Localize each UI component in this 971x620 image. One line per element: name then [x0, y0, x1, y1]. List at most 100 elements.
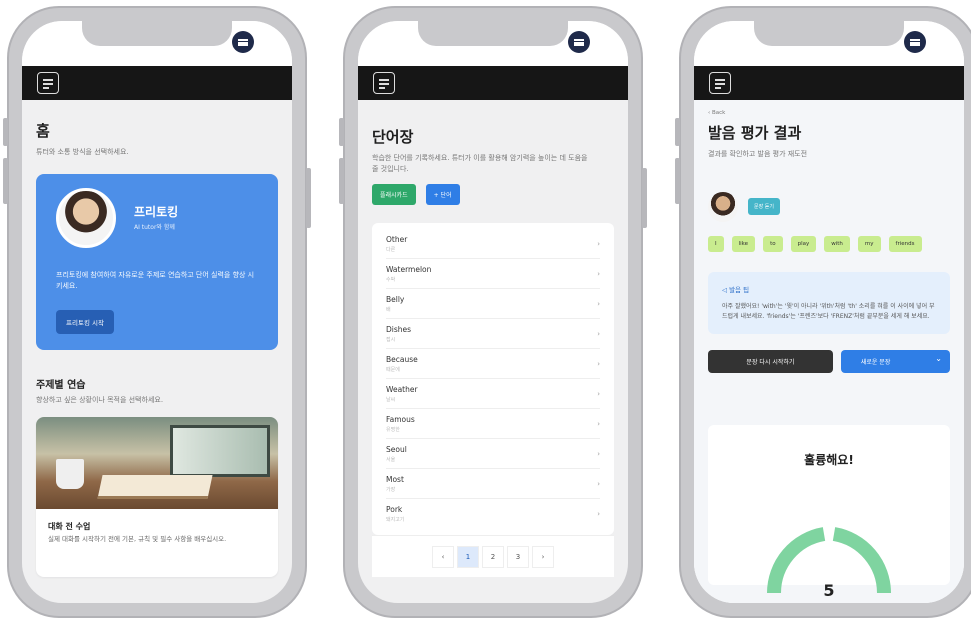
vocab-content: 단어장 학습한 단어를 기록하세요. 튜터가 이를 활용해 암기력을 높이는 데… [358, 100, 628, 603]
word-meaning: 수박 [386, 276, 396, 283]
tip-body: 아주 잘했어요! 'with'는 '윗'이 아니라 '위th'처럼 'th' 소… [722, 302, 935, 320]
hamburger-icon[interactable] [709, 72, 731, 94]
topic-card-title: 대화 전 수업 [48, 522, 91, 531]
list-item[interactable]: Weather 날씨 › [386, 379, 600, 409]
page-next-button[interactable]: › [532, 545, 554, 568]
page-subtitle: 학습한 단어를 기록하세요. 튜터가 이를 활용해 암기력을 높이는 데 도움을… [372, 154, 588, 173]
word-chip[interactable]: friends [888, 235, 922, 252]
topic-card-description: 실제 대화를 시작하기 전에 기본, 규칙 및 필수 사항을 배우십시오. [48, 535, 227, 543]
word-text-group: Belly 배 [386, 295, 404, 313]
tip-title: ◁ 발음 팁 [722, 285, 750, 294]
list-item[interactable]: Other 다른 › [386, 229, 600, 259]
word-chip[interactable]: I [708, 235, 724, 252]
page-subtitle: 결과를 확인하고 발음 평가 재도전 [708, 150, 808, 158]
topic-card[interactable]: 대화 전 수업 실제 대화를 시작하기 전에 기본, 규칙 및 필수 사항을 배… [36, 417, 278, 577]
result-title: 훌륭해요! [804, 452, 854, 467]
page-prev-button[interactable]: ‹ [432, 545, 454, 568]
list-item[interactable]: Pork 돼지고기 › [386, 499, 600, 529]
chevron-right-icon: › [597, 299, 600, 308]
pagination: ‹ 1 2 3 › [372, 535, 614, 577]
word-text: Belly [386, 294, 405, 304]
word-chip[interactable]: with [824, 235, 850, 252]
word-text: Seoul [386, 444, 407, 454]
hamburger-icon[interactable] [37, 72, 59, 94]
hamburger-icon[interactable] [373, 72, 395, 94]
status-area [22, 21, 292, 66]
result-panel: 훌륭해요! 5 [708, 424, 950, 600]
menu-icon[interactable] [904, 31, 926, 53]
word-text-group: Famous 유명한 [386, 415, 415, 433]
word-chip[interactable]: to [763, 235, 783, 252]
topic-card-image [36, 417, 278, 509]
word-meaning: 접시 [386, 336, 396, 343]
tutor-avatar [708, 191, 738, 222]
cup-shape [56, 459, 84, 489]
list-item[interactable]: Belly 배 › [386, 289, 600, 319]
chevron-right-icon: › [597, 479, 600, 488]
hero-description: 프리토킹에 참여하여 자유로운 주제로 연습하고 단어 실력을 향상 시키세요. [56, 270, 255, 291]
app-topbar [694, 66, 964, 100]
phone-frame-home: 홈 튜터와 소통 방식을 선택하세요. 프리토킹 AI tutor와 함께 프리… [3, 6, 311, 618]
word-text: Dishes [386, 324, 412, 334]
section-subtitle: 향상하고 싶은 상황이나 목적을 선택하세요. [36, 395, 164, 404]
listen-sentence-button[interactable]: 문장 듣기 [748, 198, 780, 215]
start-freetalk-button[interactable]: 프리토킹 시작 [56, 309, 114, 334]
score-value: 5 [823, 581, 834, 598]
list-item[interactable]: Watermelon 수박 › [386, 259, 600, 289]
hero-name: 프리토킹 [134, 204, 179, 219]
word-text-group: Watermelon 수박 [386, 265, 431, 283]
window-shape [170, 425, 270, 477]
chevron-right-icon: › [597, 269, 600, 278]
word-text-group: Other 다른 [386, 235, 407, 253]
word-meaning: 가장 [386, 486, 396, 493]
word-text-group: Seoul 서울 [386, 445, 407, 463]
screen-result: ‹ Back 발음 평가 결과 결과를 확인하고 발음 평가 재도전 문장 듣기… [694, 21, 964, 603]
back-link[interactable]: ‹ Back [708, 110, 950, 116]
word-chips: I like to play with my friends [708, 235, 950, 252]
word-chip[interactable]: my [857, 235, 881, 252]
new-sentence-button[interactable]: 새로운 문장 ⌄ [840, 349, 950, 373]
menu-icon[interactable] [232, 31, 254, 53]
word-chip[interactable]: like [731, 235, 756, 252]
phone-frame-vocab: 단어장 학습한 단어를 기록하세요. 튜터가 이를 활용해 암기력을 높이는 데… [339, 6, 647, 618]
word-chip[interactable]: play [790, 235, 817, 252]
list-item[interactable]: Dishes 접시 › [386, 319, 600, 349]
page-button-3[interactable]: 3 [507, 545, 529, 568]
chevron-down-icon[interactable]: ⌄ [935, 354, 942, 363]
chevron-right-icon: › [597, 449, 600, 458]
screen-home: 홈 튜터와 소통 방식을 선택하세요. 프리토킹 AI tutor와 함께 프리… [22, 21, 292, 603]
freetalk-card[interactable]: 프리토킹 AI tutor와 함께 프리토킹에 참여하여 자유로운 주제로 연습… [36, 173, 278, 350]
word-text-group: Most 가장 [386, 475, 404, 493]
word-text: Other [386, 234, 408, 244]
word-text-group: Weather 날씨 [386, 385, 418, 403]
chevron-right-icon: › [597, 419, 600, 428]
word-text: Weather [386, 384, 418, 394]
retry-sentence-button[interactable]: 문장 다시 시작하기 [708, 349, 833, 373]
word-text: Pork [386, 505, 403, 514]
pronunciation-tip: ◁ 발음 팁 아주 잘했어요! 'with'는 '윗'이 아니라 '위th'처럼… [708, 271, 950, 334]
score-ring: 5 [767, 526, 891, 600]
new-sentence-label: 새로운 문장 [860, 358, 891, 366]
list-item[interactable]: Seoul 서울 › [386, 439, 600, 469]
word-text: Watermelon [386, 264, 432, 274]
word-meaning: 유명한 [386, 426, 400, 433]
status-area [358, 21, 628, 66]
menu-icon[interactable] [568, 31, 590, 53]
add-word-button[interactable]: + 단어 [425, 184, 460, 205]
list-item[interactable]: Because 때문에 › [386, 349, 600, 379]
page-button-1[interactable]: 1 [457, 545, 479, 568]
page-button-2[interactable]: 2 [482, 545, 504, 568]
word-meaning: 때문에 [386, 366, 400, 373]
page-subtitle: 튜터와 소통 방식을 선택하세요. [36, 148, 129, 156]
word-meaning: 서울 [386, 456, 396, 463]
word-meaning: 배 [386, 306, 391, 313]
list-item[interactable]: Famous 유명한 › [386, 409, 600, 439]
word-meaning: 돼지고기 [386, 517, 405, 523]
home-content: 홈 튜터와 소통 방식을 선택하세요. 프리토킹 AI tutor와 함께 프리… [22, 100, 292, 603]
result-content: ‹ Back 발음 평가 결과 결과를 확인하고 발음 평가 재도전 문장 듣기… [694, 100, 964, 603]
score-arc-right [832, 526, 891, 594]
chevron-right-icon: › [597, 510, 600, 518]
flashcard-button[interactable]: 플래시카드 [372, 184, 416, 205]
status-area [694, 21, 964, 66]
list-item[interactable]: Most 가장 › [386, 469, 600, 499]
